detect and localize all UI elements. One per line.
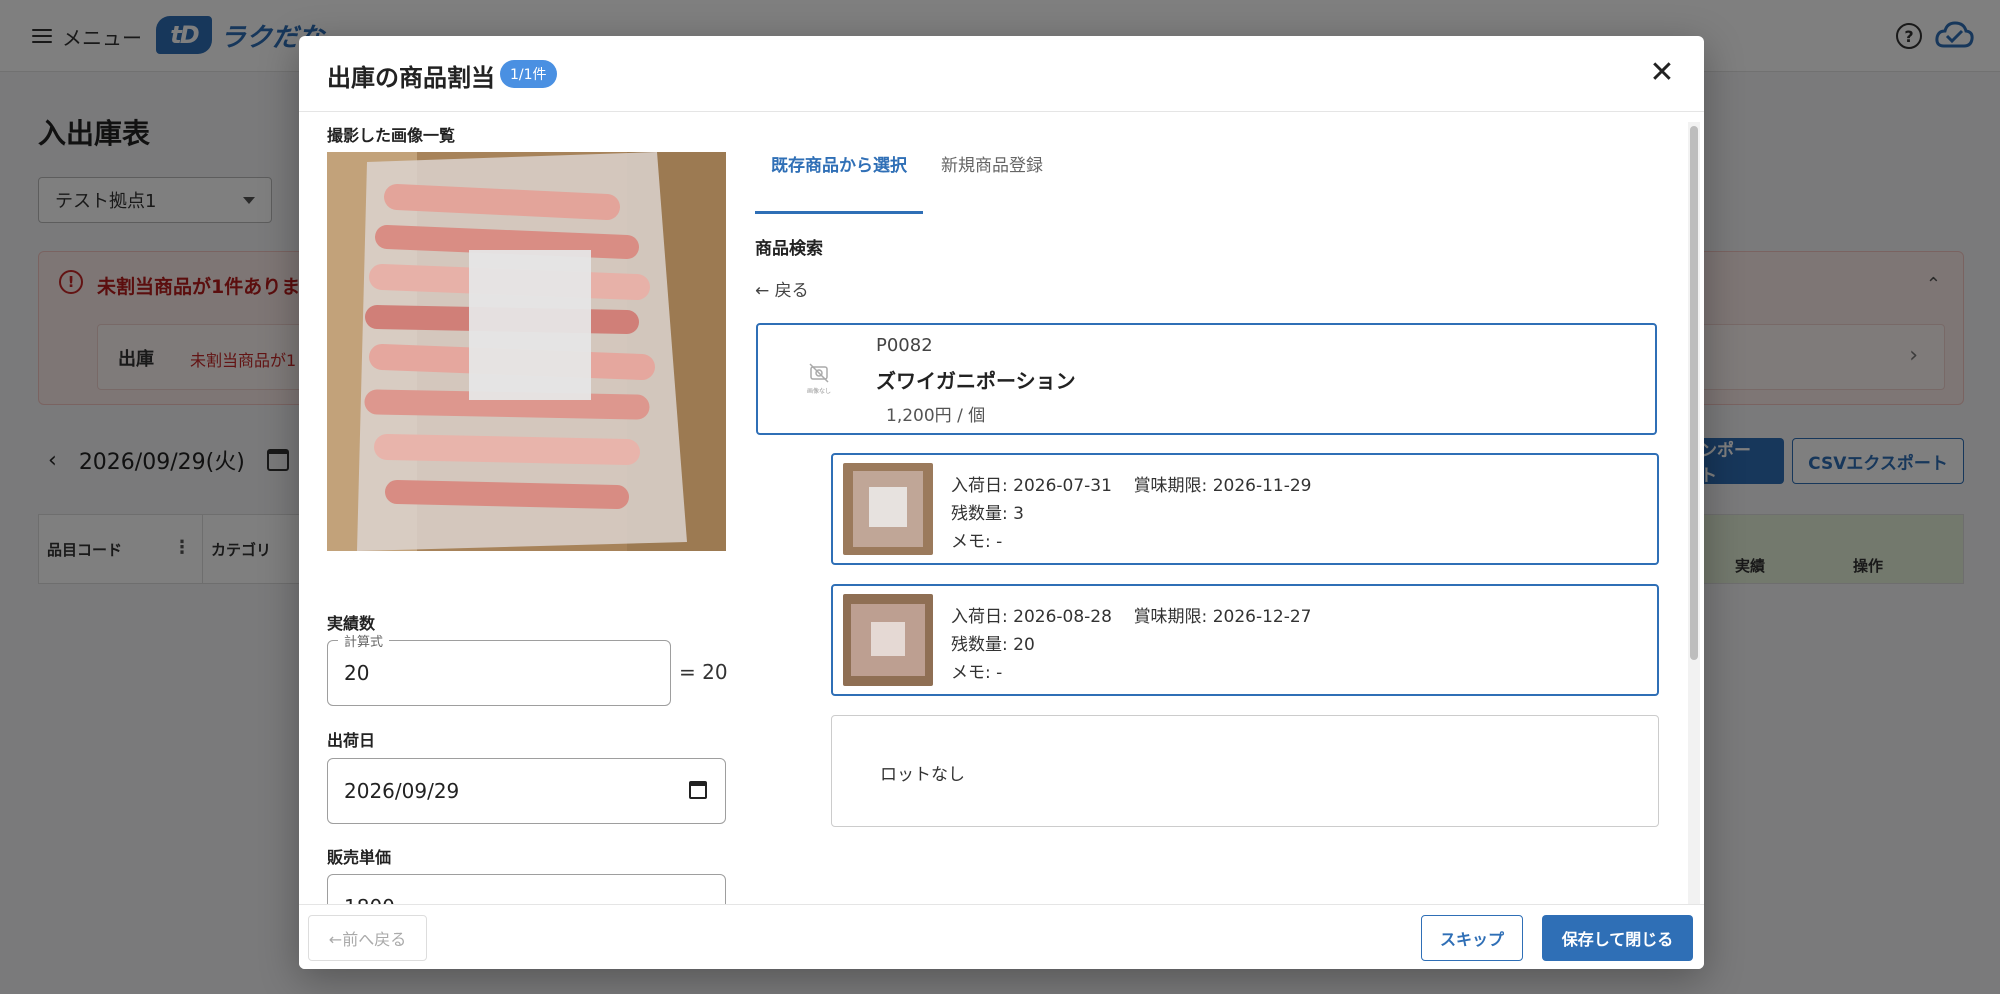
dialog-footer: ←前へ戻る スキップ 保存して閉じる	[299, 904, 1704, 969]
prev-button[interactable]: ←前へ戻る	[308, 915, 427, 961]
lot-card[interactable]: 入荷日: 2026-07-31 賞味期限: 2026-11-29 残数量: 3 …	[831, 453, 1659, 565]
close-icon[interactable]: ✕	[1645, 56, 1679, 90]
product-card[interactable]: 画像なし P0082 ズワイガニポーション 1,200円 / 個	[756, 323, 1657, 435]
product-search-label: 商品検索	[755, 239, 823, 259]
dialog-header: 出庫の商品割当 1/1件 ✕	[299, 36, 1704, 112]
no-image-text: 画像なし	[806, 387, 831, 395]
unit-price-label: 販売単価	[327, 848, 392, 867]
lot-dates: 入荷日: 2026-07-31 賞味期限: 2026-11-29	[951, 471, 1312, 496]
formula-legend: 計算式	[338, 631, 390, 650]
no-lot-option[interactable]: ロットなし	[831, 715, 1659, 827]
product-code: P0082	[876, 335, 933, 356]
lot-best-before: 賞味期限: 2026-11-29	[1133, 476, 1312, 496]
lot-remaining: 残数量: 20	[951, 635, 1035, 655]
save-and-close-button[interactable]: 保存して閉じる	[1542, 915, 1693, 961]
captured-photo[interactable]	[327, 152, 726, 551]
back-link[interactable]: ← 戻る	[755, 276, 809, 301]
calendar-icon[interactable]	[689, 781, 707, 799]
lot-remaining: 残数量: 3	[951, 504, 1024, 524]
lot-memo: メモ: -	[951, 532, 1003, 552]
product-price: 1,200円 / 個	[886, 406, 986, 426]
no-lot-label: ロットなし	[880, 765, 965, 785]
formula-result: = 20	[679, 660, 728, 684]
no-image-icon: 画像なし	[794, 353, 844, 403]
lot-dates: 入荷日: 2026-08-28 賞味期限: 2026-12-27	[951, 602, 1312, 627]
formula-value: 20	[344, 661, 370, 685]
lot-card[interactable]: 入荷日: 2026-08-28 賞味期限: 2026-12-27 残数量: 20…	[831, 584, 1659, 696]
ship-date-label: 出荷日	[327, 731, 376, 750]
ship-date-value: 2026/09/29	[344, 779, 460, 803]
assign-product-dialog: 出庫の商品割当 1/1件 ✕ 撮影した画像一覧 実績数 計算式 20 = 20 …	[299, 36, 1704, 969]
scrollbar[interactable]	[1688, 122, 1700, 938]
formula-input[interactable]: 計算式 20	[327, 631, 671, 706]
photos-label: 撮影した画像一覧	[327, 126, 456, 145]
product-name: ズワイガニポーション	[876, 369, 1076, 393]
tab-new-product[interactable]: 新規商品登録	[941, 112, 1071, 214]
tab-bar: 既存商品から選択 新規商品登録	[755, 112, 1655, 214]
tab-existing-product[interactable]: 既存商品から選択	[755, 112, 923, 214]
skip-button[interactable]: スキップ	[1421, 915, 1523, 961]
dialog-title: 出庫の商品割当	[327, 64, 495, 92]
lot-thumbnail	[843, 463, 933, 555]
scrollbar-thumb[interactable]	[1690, 126, 1698, 660]
lot-arrival-date: 入荷日: 2026-08-28	[951, 607, 1112, 627]
lot-thumbnail	[843, 594, 933, 686]
lot-memo: メモ: -	[951, 663, 1003, 683]
ship-date-input[interactable]: 2026/09/29	[327, 758, 726, 824]
right-panel: 既存商品から選択 新規商品登録 商品検索 ← 戻る 画像なし P0082 ズワイ…	[755, 112, 1685, 938]
lot-arrival-date: 入荷日: 2026-07-31	[951, 476, 1112, 496]
count-badge: 1/1件	[500, 60, 557, 88]
lot-best-before: 賞味期限: 2026-12-27	[1133, 607, 1312, 627]
